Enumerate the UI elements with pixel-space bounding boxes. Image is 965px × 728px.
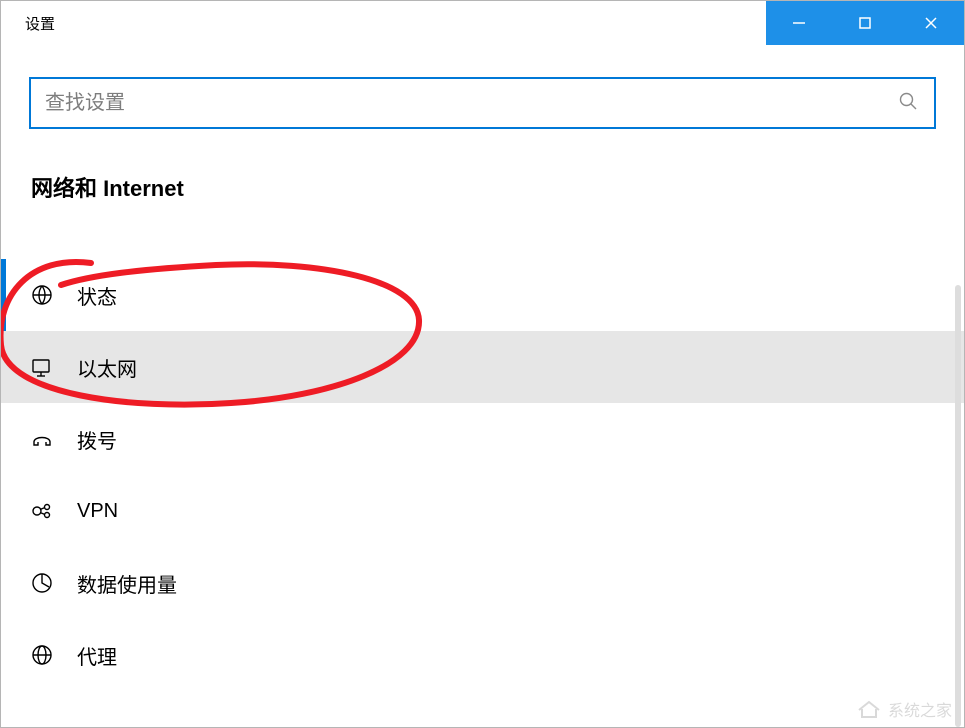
nav-item-0[interactable]: 状态	[1, 259, 964, 331]
scrollbar[interactable]	[955, 285, 961, 727]
search-input[interactable]	[45, 92, 898, 115]
nav-item-label: 数据使用量	[77, 569, 177, 598]
nav-item-label: 状态	[77, 281, 117, 310]
nav-item-4[interactable]: 数据使用量	[1, 547, 964, 619]
ethernet-icon	[29, 354, 55, 380]
close-button[interactable]	[898, 1, 964, 45]
nav-item-5[interactable]: 代理	[1, 619, 964, 691]
dialup-icon	[29, 426, 55, 452]
watermark-text: 系统之家	[888, 697, 952, 721]
nav-item-label: 代理	[77, 641, 117, 670]
content-area: 网络和 Internet 状态以太网拨号 VPN 数据使用量代理	[1, 45, 964, 727]
data-icon	[29, 570, 55, 596]
close-icon	[924, 16, 938, 30]
nav-item-label: 拨号	[77, 425, 117, 454]
nav-item-2[interactable]: 拨号	[1, 403, 964, 475]
minimize-button[interactable]	[766, 1, 832, 45]
active-indicator	[1, 259, 6, 331]
search-box[interactable]	[29, 77, 936, 129]
nav-item-3[interactable]: VPN	[1, 475, 964, 547]
maximize-button[interactable]	[832, 1, 898, 45]
settings-window: 设置 网络和 Internet 状态以太网拨号 VPN 数据使用量代理	[0, 0, 965, 728]
search-icon	[898, 91, 918, 116]
proxy-icon	[29, 642, 55, 668]
watermark: 系统之家	[856, 697, 952, 721]
titlebar: 设置	[1, 1, 964, 45]
minimize-icon	[792, 16, 806, 30]
nav-list: 状态以太网拨号 VPN 数据使用量代理	[1, 259, 964, 691]
section-title: 网络和 Internet	[31, 171, 936, 203]
status-icon	[29, 282, 55, 308]
nav-item-1[interactable]: 以太网	[1, 331, 964, 403]
maximize-icon	[858, 16, 872, 30]
window-title: 设置	[1, 13, 55, 34]
nav-item-label: VPN	[77, 500, 118, 523]
nav-item-label: 以太网	[77, 353, 137, 382]
vpn-icon	[29, 498, 55, 524]
window-controls	[766, 1, 964, 45]
